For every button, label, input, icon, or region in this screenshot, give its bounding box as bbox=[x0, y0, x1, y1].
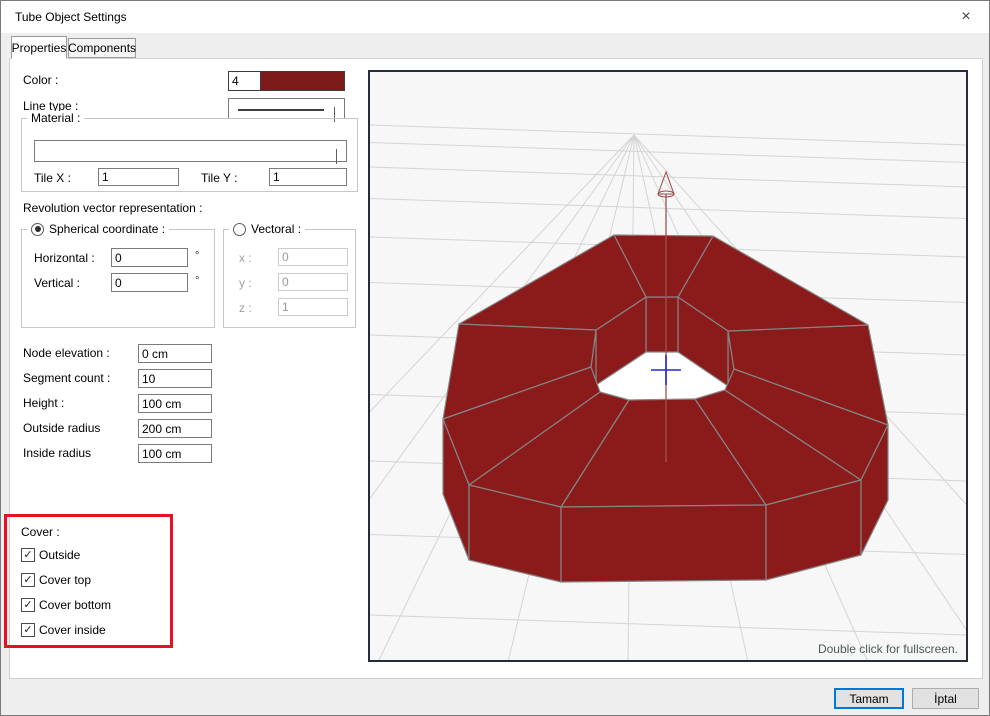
x-label: x : bbox=[239, 251, 252, 265]
horizontal-label: Horizontal : bbox=[34, 251, 95, 265]
line-type-preview bbox=[238, 108, 324, 111]
y-label: y : bbox=[239, 276, 252, 290]
color-picker[interactable]: 4 bbox=[228, 71, 345, 91]
viewport-3d[interactable]: Double click for fullscreen. bbox=[130, 70, 989, 663]
material-group-label: Material : bbox=[27, 111, 85, 125]
cancel-button[interactable]: İptal bbox=[912, 688, 979, 709]
spherical-radio[interactable] bbox=[31, 222, 44, 236]
spherical-legend: Spherical coordinate : bbox=[27, 222, 170, 236]
x-input bbox=[278, 248, 348, 266]
ok-button[interactable]: Tamam bbox=[834, 688, 904, 709]
titlebar: Tube Object Settings × bbox=[1, 1, 989, 33]
tab-components[interactable]: Components bbox=[68, 38, 136, 58]
vectoral-label: Vectoral : bbox=[251, 222, 302, 236]
y-input bbox=[278, 273, 348, 291]
color-swatch[interactable] bbox=[261, 72, 344, 90]
inside-radius-label: Inside radius bbox=[23, 446, 92, 460]
annotation-highlight-rect bbox=[4, 514, 173, 648]
outside-radius-input[interactable] bbox=[138, 419, 212, 438]
line-type-select[interactable] bbox=[228, 98, 345, 122]
tile-x-input[interactable] bbox=[98, 168, 179, 186]
tab-properties[interactable]: Properties bbox=[11, 36, 67, 59]
color-label: Color : bbox=[23, 73, 59, 87]
vectoral-legend: Vectoral : bbox=[229, 222, 306, 236]
vertical-degree-sign: ° bbox=[195, 275, 200, 287]
material-select[interactable] bbox=[34, 140, 347, 164]
chevron-down-icon bbox=[336, 149, 337, 164]
vertical-label: Vertical : bbox=[34, 276, 81, 290]
outside-radius-label: Outside radius bbox=[23, 421, 101, 435]
segment-count-input[interactable] bbox=[138, 369, 212, 388]
horizontal-degree-sign: ° bbox=[195, 250, 200, 262]
spherical-label: Spherical coordinate : bbox=[49, 222, 166, 236]
cancel-button-label: İptal bbox=[934, 691, 957, 706]
z-label: z : bbox=[239, 301, 252, 315]
tab-components-label: Components bbox=[67, 41, 137, 55]
segment-count-label: Segment count : bbox=[23, 371, 111, 385]
viewport-canvas bbox=[130, 124, 989, 663]
height-label: Height : bbox=[23, 396, 65, 410]
tile-y-input[interactable] bbox=[269, 168, 347, 186]
dialog-title: Tube Object Settings bbox=[15, 10, 127, 24]
node-elevation-input[interactable] bbox=[138, 344, 212, 363]
tab-properties-label: Properties bbox=[11, 40, 67, 55]
vectoral-radio[interactable] bbox=[233, 222, 246, 236]
height-input[interactable] bbox=[138, 394, 212, 413]
node-elevation-label: Node elevation : bbox=[23, 346, 110, 360]
inside-radius-input[interactable] bbox=[138, 444, 212, 463]
z-input bbox=[278, 298, 348, 316]
tile-x-label: Tile X : bbox=[34, 171, 71, 185]
ok-button-label: Tamam bbox=[849, 691, 889, 706]
tile-y-label: Tile Y : bbox=[201, 171, 238, 185]
close-icon[interactable]: × bbox=[949, 4, 983, 30]
dialog-tube-object-settings: Tube Object Settings × Properties Compon… bbox=[0, 0, 990, 716]
fullscreen-hint: Double click for fullscreen. bbox=[817, 642, 958, 656]
vertical-input[interactable] bbox=[111, 273, 188, 292]
horizontal-input[interactable] bbox=[111, 248, 188, 267]
color-value[interactable]: 4 bbox=[229, 72, 261, 90]
revolution-label: Revolution vector representation : bbox=[23, 201, 203, 215]
